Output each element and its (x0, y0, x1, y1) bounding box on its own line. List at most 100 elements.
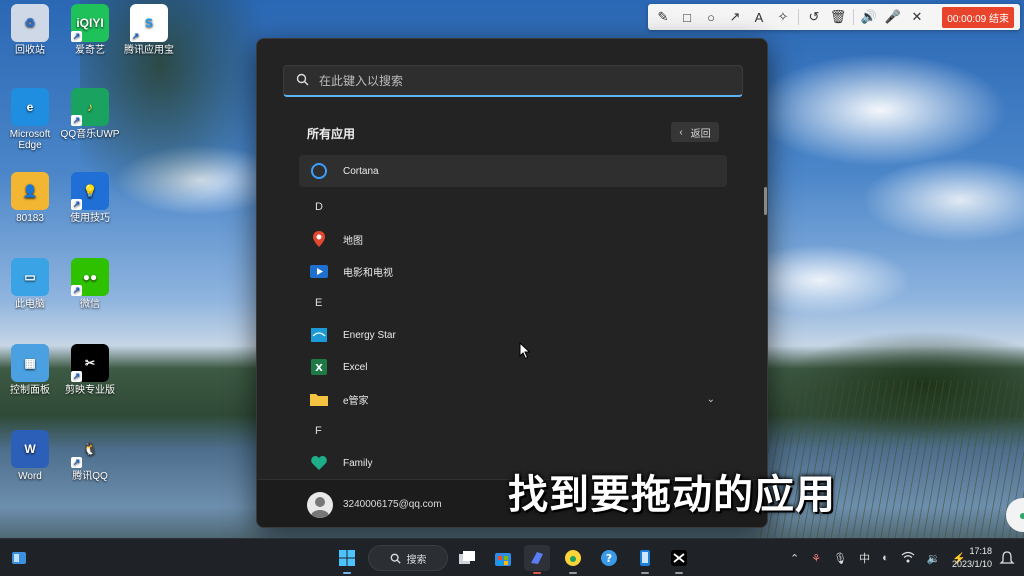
desktop-app-icon: 👤 (11, 172, 49, 210)
desktop-icon[interactable]: ♪ ↗ QQ音乐UWP (60, 88, 120, 140)
app-button-active[interactable] (524, 545, 550, 574)
desktop-icon[interactable]: ♻ 回收站 (0, 4, 60, 56)
app-list-item[interactable]: 电影和电视 (299, 255, 727, 287)
desktop-icon[interactable]: ▭ 此电脑 (0, 258, 60, 310)
desktop-icon[interactable]: ✂ ↗ 剪映专业版 (60, 344, 120, 396)
icon-glyph: e (26, 99, 34, 114)
qq-music-button[interactable] (560, 545, 586, 574)
taskbar-clock[interactable]: 17:18 2023/1/10 (946, 545, 992, 571)
desktop-icon-label: 80183 (16, 213, 44, 224)
desktop-icon[interactable]: iQIYI ↗ 爱奇艺 (60, 4, 120, 56)
start-button[interactable] (334, 545, 360, 574)
desktop-app-icon: 🐧 ↗ (71, 430, 109, 468)
desktop-icon[interactable]: 🐧 ↗ 腾讯QQ (60, 430, 120, 482)
task-view-icon (459, 551, 475, 564)
desktop-app-icon: ✂ ↗ (71, 344, 109, 382)
excel-icon: X (309, 357, 329, 377)
ime-indicator[interactable]: 中 (859, 550, 870, 566)
desktop-icon[interactable]: e Microsoft Edge (0, 88, 60, 151)
desktop-icon[interactable]: W Word (0, 430, 60, 482)
microsoft-store-button[interactable] (490, 545, 516, 571)
toolbar-divider (853, 9, 854, 25)
pen-icon[interactable]: ✎ (654, 9, 672, 25)
desktop-icon-label: 腾讯QQ (72, 471, 108, 482)
undo-icon[interactable]: ↺ (805, 9, 823, 25)
store-icon (495, 553, 511, 566)
desktop-app-icon: ●● ↗ (71, 258, 109, 296)
user-email[interactable]: 3240006175@qq.com (343, 499, 442, 510)
widgets-icon (12, 552, 26, 564)
tray-app-icon-2[interactable]: ◐ (882, 552, 889, 564)
chevron-left-icon: ‹ (679, 126, 683, 138)
app-group-letter[interactable]: D (315, 201, 323, 213)
app-list-item[interactable]: Cortana (299, 155, 727, 187)
user-avatar[interactable] (307, 491, 333, 518)
speaker-icon[interactable]: 🔊 (860, 9, 878, 25)
app-name: Energy Star (343, 329, 396, 341)
shortcut-arrow-icon: ↗ (71, 31, 82, 42)
close-icon[interactable]: ✕ (908, 9, 926, 25)
icon-glyph: iQIYI (76, 15, 104, 30)
desktop-icon[interactable]: 💡 ↗ 使用技巧 (60, 172, 120, 224)
app-list-item[interactable]: e管家 ⌄ (299, 383, 727, 415)
icon-glyph: S (144, 15, 153, 30)
chevron-down-icon[interactable]: ⌄ (707, 394, 715, 405)
icon-glyph: ▭ (24, 269, 36, 284)
app-list-item[interactable]: Energy Star (299, 319, 727, 351)
recording-timer-button[interactable]: 00:00:09 结束 (942, 6, 1014, 28)
microphone-icon[interactable]: 🎙 (833, 552, 847, 565)
notification-button[interactable] (994, 545, 1020, 571)
desktop-icon[interactable]: ●● ↗ 微信 (60, 258, 120, 310)
desktop-icon-label: 此电脑 (15, 299, 45, 310)
energy-star-icon (309, 325, 329, 345)
text-icon[interactable]: A (750, 10, 768, 25)
desktop-app-icon: 💡 ↗ (71, 172, 109, 210)
desktop-app-icon: ▦ (11, 344, 49, 382)
arrow-icon[interactable]: ↗ (726, 9, 744, 25)
active-indicator (641, 572, 649, 574)
clock-date: 2023/1/10 (951, 559, 992, 569)
shortcut-arrow-icon: ↗ (71, 285, 82, 296)
icon-glyph: 💡 (82, 183, 98, 198)
highlight-icon[interactable]: ✧ (774, 9, 792, 25)
help-icon: ? (601, 550, 617, 566)
app-group-letter[interactable]: F (315, 425, 322, 437)
system-tray: ⌃ ⚘ 🎙 中 ◐ 🔉 ⚡ (790, 539, 966, 576)
desktop-icon-label: Microsoft Edge (9, 129, 51, 151)
tray-app-icon[interactable]: ⚘ (811, 552, 821, 565)
icon-glyph: ✂ (84, 355, 96, 370)
app-group-letter[interactable]: E (315, 297, 322, 309)
microphone-icon[interactable]: 🎤 (884, 9, 902, 25)
capcut-button[interactable] (666, 545, 692, 574)
chevron-up-icon[interactable]: ⌃ (790, 552, 799, 565)
rectangle-icon[interactable]: □ (678, 10, 696, 25)
taskbar-search-button[interactable]: 搜索 (368, 545, 448, 571)
start-search-input[interactable]: 在此键入以搜索 (283, 65, 743, 97)
desktop-icon-label: Word (18, 471, 42, 482)
circle-icon[interactable]: ○ (702, 10, 720, 25)
trash-icon[interactable]: 🗑 (829, 9, 847, 25)
shortcut-arrow-icon: ↗ (130, 31, 141, 42)
back-button[interactable]: ‹ 返回 (671, 122, 719, 142)
volume-icon[interactable]: 🔉 (927, 552, 941, 565)
app-list-item[interactable]: 地图 (299, 223, 727, 255)
desktop-app-icon: W (11, 430, 49, 468)
desktop-icon[interactable]: ▦ 控制面板 (0, 344, 60, 396)
widgets-button[interactable] (6, 545, 32, 571)
shortcut-arrow-icon: ↗ (71, 115, 82, 126)
app-name: Excel (343, 361, 368, 373)
help-button[interactable]: ? (596, 545, 622, 571)
task-view-button[interactable] (454, 545, 480, 571)
app-list-scrollbar[interactable] (764, 187, 767, 215)
desktop-icon[interactable]: 👤 80183 (0, 172, 60, 224)
search-icon (390, 553, 401, 564)
desktop-icon-label: 使用技巧 (70, 213, 110, 224)
wifi-icon[interactable] (901, 551, 915, 566)
qq-music-icon (565, 550, 581, 566)
phone-link-button[interactable] (632, 545, 658, 574)
desktop-app-icon: e (11, 88, 49, 126)
app-list-item[interactable]: X Excel (299, 351, 727, 383)
phone-icon (640, 550, 650, 566)
desktop-app-icon: S ↗ (130, 4, 168, 42)
desktop-icon[interactable]: S ↗ 腾讯应用宝 (119, 4, 179, 56)
